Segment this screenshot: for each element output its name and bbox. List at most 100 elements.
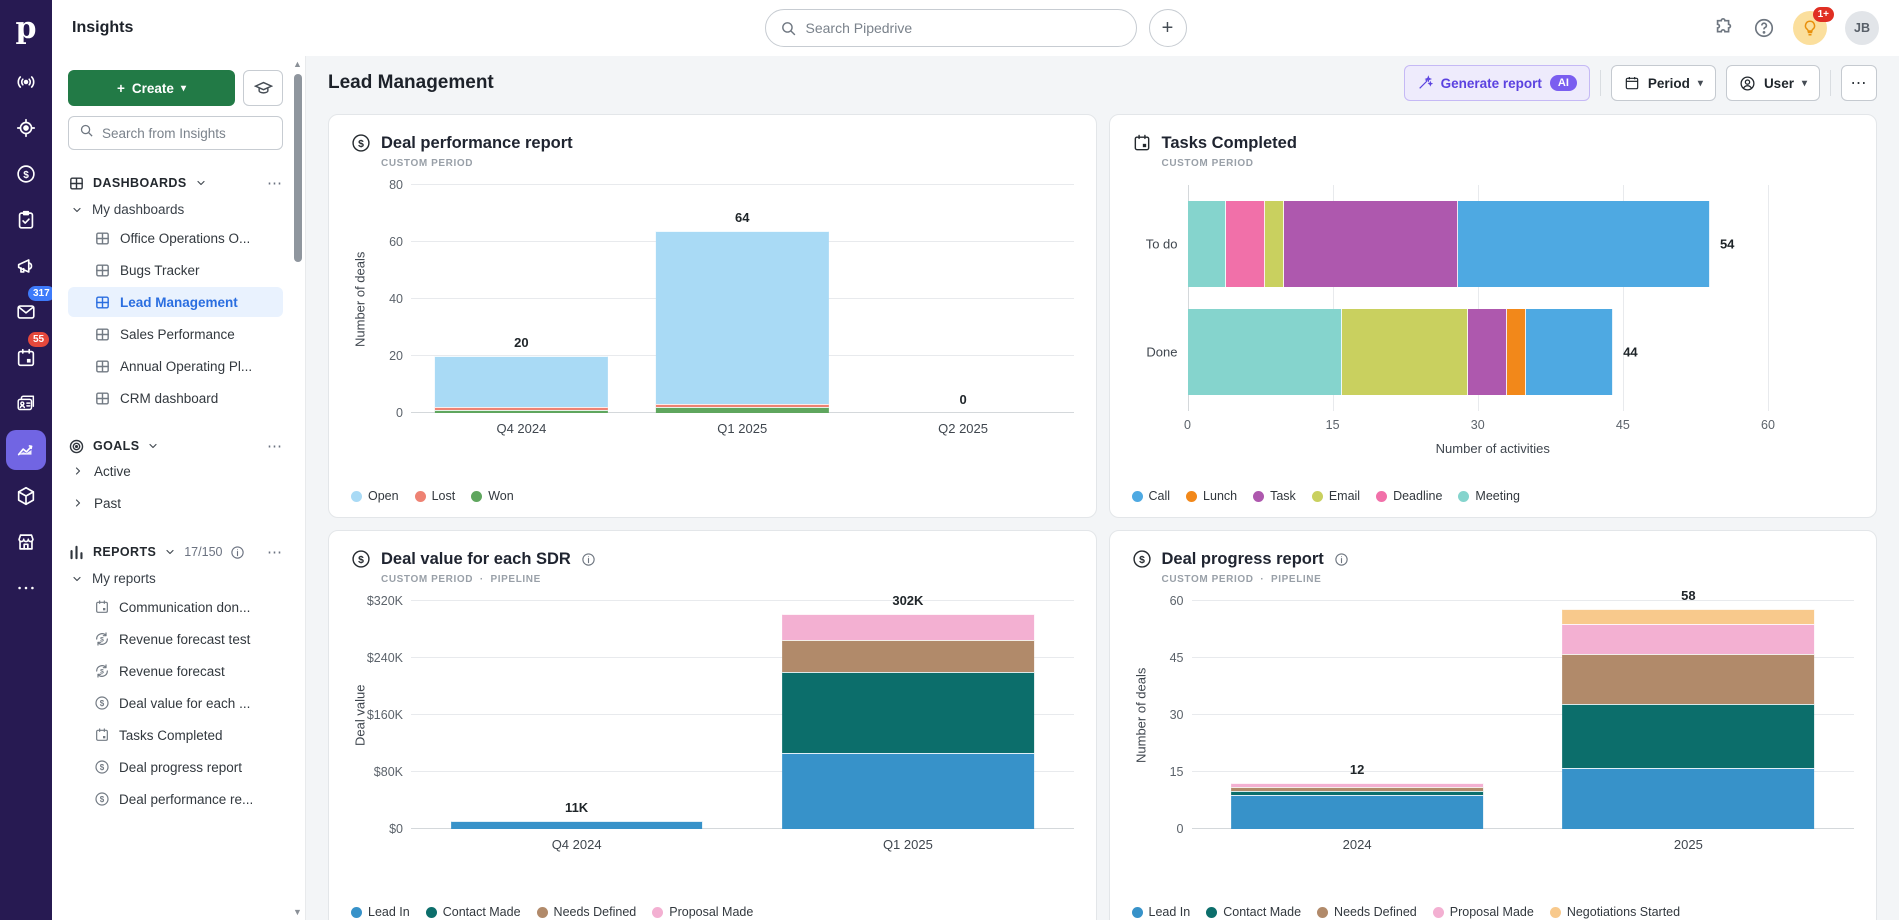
sidebar-search-input[interactable] [102, 126, 252, 141]
scrollbar-thumb[interactable] [294, 74, 302, 262]
sidebar-search[interactable] [68, 116, 283, 150]
segment-negotiations-started[interactable] [1563, 609, 1815, 624]
chart-plot-area[interactable]: 1258 [1192, 601, 1855, 829]
bar-2025[interactable] [1563, 601, 1815, 829]
legend-item[interactable]: Contact Made [426, 905, 521, 919]
legend-item[interactable]: Won [471, 489, 513, 503]
legend-item[interactable]: Negotiations Started [1550, 905, 1680, 919]
dashboards-section-header[interactable]: DASHBOARDS ⋯ [68, 174, 283, 192]
segment-lost[interactable] [656, 404, 828, 407]
report-item-revenue-forecast-test[interactable]: $Revenue forecast test [68, 624, 283, 654]
whats-new-bulb-icon[interactable]: 1+ [1793, 11, 1827, 45]
legend-item[interactable]: Lead In [1132, 905, 1191, 919]
segment-open[interactable] [656, 231, 828, 405]
goal-item-past[interactable]: Past [68, 487, 283, 519]
segment-call[interactable] [1526, 309, 1613, 395]
rail-item-prospecting[interactable] [6, 108, 46, 148]
bar-done[interactable] [1188, 309, 1769, 395]
quick-add-button[interactable]: + [1149, 9, 1187, 47]
period-filter-button[interactable]: Period ▾ [1611, 65, 1716, 101]
help-icon[interactable] [1753, 17, 1775, 39]
legend-item[interactable]: Proposal Made [1433, 905, 1534, 919]
rail-item-campaigns[interactable] [6, 246, 46, 286]
dashboard-item-bugs-tracker[interactable]: Bugs Tracker [68, 255, 283, 285]
dashboard-more-button[interactable]: ⋯ [1841, 65, 1877, 101]
rail-item-products[interactable] [6, 476, 46, 516]
bar-q2-2025[interactable] [877, 185, 1049, 413]
rail-item-more[interactable] [6, 568, 46, 608]
generate-report-button[interactable]: Generate report AI [1404, 65, 1590, 101]
segment-lead-in[interactable] [1563, 768, 1815, 829]
rail-item-insights[interactable] [6, 430, 46, 470]
global-search-input[interactable] [806, 20, 1106, 36]
segment-task[interactable] [1284, 201, 1458, 287]
reports-more-button[interactable]: ⋯ [267, 543, 283, 561]
legend-item[interactable]: Needs Defined [1317, 905, 1417, 919]
chart-plot-area[interactable]: 11K302K [411, 601, 1074, 829]
chart-plot-area[interactable]: 20640 [411, 185, 1074, 413]
legend-item[interactable]: Contact Made [1206, 905, 1301, 919]
legend-item[interactable]: Lead In [351, 905, 410, 919]
rail-item-mail[interactable]: 317 [6, 292, 46, 332]
my-reports-group[interactable]: My reports [68, 561, 283, 590]
integrations-puzzle-icon[interactable] [1713, 17, 1735, 39]
segment-proposal-made[interactable] [782, 614, 1034, 640]
segment-lunch[interactable] [1507, 309, 1526, 395]
dashboard-item-sales-performance[interactable]: Sales Performance [68, 319, 283, 349]
sidebar-scrollbar[interactable]: ▲ ▼ [291, 56, 304, 920]
bar-to-do[interactable] [1188, 201, 1769, 287]
my-dashboards-group[interactable]: My dashboards [68, 192, 283, 221]
goal-item-active[interactable]: Active [68, 455, 283, 487]
legend-item[interactable]: Open [351, 489, 399, 503]
legend-item[interactable]: Proposal Made [652, 905, 753, 919]
legend-item[interactable]: Meeting [1458, 489, 1519, 503]
segment-lost[interactable] [435, 407, 607, 410]
segment-task[interactable] [1468, 309, 1507, 395]
segment-email[interactable] [1342, 309, 1468, 395]
pipedrive-logo[interactable]: p [16, 0, 37, 56]
rail-item-calendar[interactable]: 55 [6, 338, 46, 378]
rail-item-contacts[interactable] [6, 384, 46, 424]
segment-lead-in[interactable] [1231, 795, 1483, 829]
legend-item[interactable]: Task [1253, 489, 1296, 503]
report-item-deal-value-for-each-[interactable]: $Deal value for each ... [68, 688, 283, 718]
segment-proposal-made[interactable] [1563, 624, 1815, 654]
report-item-communication-don-[interactable]: Communication don... [68, 592, 283, 622]
legend-item[interactable]: Call [1132, 489, 1171, 503]
rail-item-leads[interactable] [6, 62, 46, 102]
segment-call[interactable] [1458, 201, 1710, 287]
dashboard-item-office-operations-o-[interactable]: Office Operations O... [68, 223, 283, 253]
goals-more-button[interactable]: ⋯ [267, 437, 283, 455]
report-item-deal-performance-re-[interactable]: $Deal performance re... [68, 784, 283, 814]
learn-button[interactable] [243, 70, 283, 106]
rail-item-deals[interactable]: $ [6, 154, 46, 194]
report-item-deal-progress-report[interactable]: $Deal progress report [68, 752, 283, 782]
create-button[interactable]: + Create ▾ [68, 70, 235, 106]
dashboard-item-lead-management[interactable]: Lead Management [68, 287, 283, 317]
dashboard-item-crm-dashboard[interactable]: CRM dashboard [68, 383, 283, 413]
rail-item-activities[interactable] [6, 200, 46, 240]
segment-needs-defined[interactable] [1231, 787, 1483, 791]
info-icon[interactable] [1334, 552, 1349, 567]
segment-contact-made[interactable] [1231, 791, 1483, 795]
legend-item[interactable]: Needs Defined [537, 905, 637, 919]
bar-q4-2024[interactable] [435, 185, 607, 413]
segment-lead-in[interactable] [782, 753, 1034, 829]
segment-meeting[interactable] [1188, 309, 1343, 395]
user-avatar[interactable]: JB [1845, 11, 1879, 45]
bar-2024[interactable] [1231, 601, 1483, 829]
report-item-tasks-completed[interactable]: Tasks Completed [68, 720, 283, 750]
scroll-up-icon[interactable]: ▲ [293, 58, 302, 70]
info-icon[interactable] [581, 552, 596, 567]
bar-q4-2024[interactable] [451, 601, 703, 829]
rail-item-marketplace[interactable] [6, 522, 46, 562]
report-item-revenue-forecast[interactable]: $Revenue forecast [68, 656, 283, 686]
scroll-down-icon[interactable]: ▼ [293, 906, 302, 918]
dashboards-more-button[interactable]: ⋯ [267, 174, 283, 192]
segment-deadline[interactable] [1226, 201, 1265, 287]
segment-email[interactable] [1265, 201, 1284, 287]
chart-plot-area[interactable]: 0153045605444 [1188, 185, 1769, 411]
reports-section-header[interactable]: REPORTS 17/150 ⋯ [68, 543, 283, 561]
legend-item[interactable]: Lunch [1186, 489, 1237, 503]
global-search[interactable] [765, 9, 1137, 47]
